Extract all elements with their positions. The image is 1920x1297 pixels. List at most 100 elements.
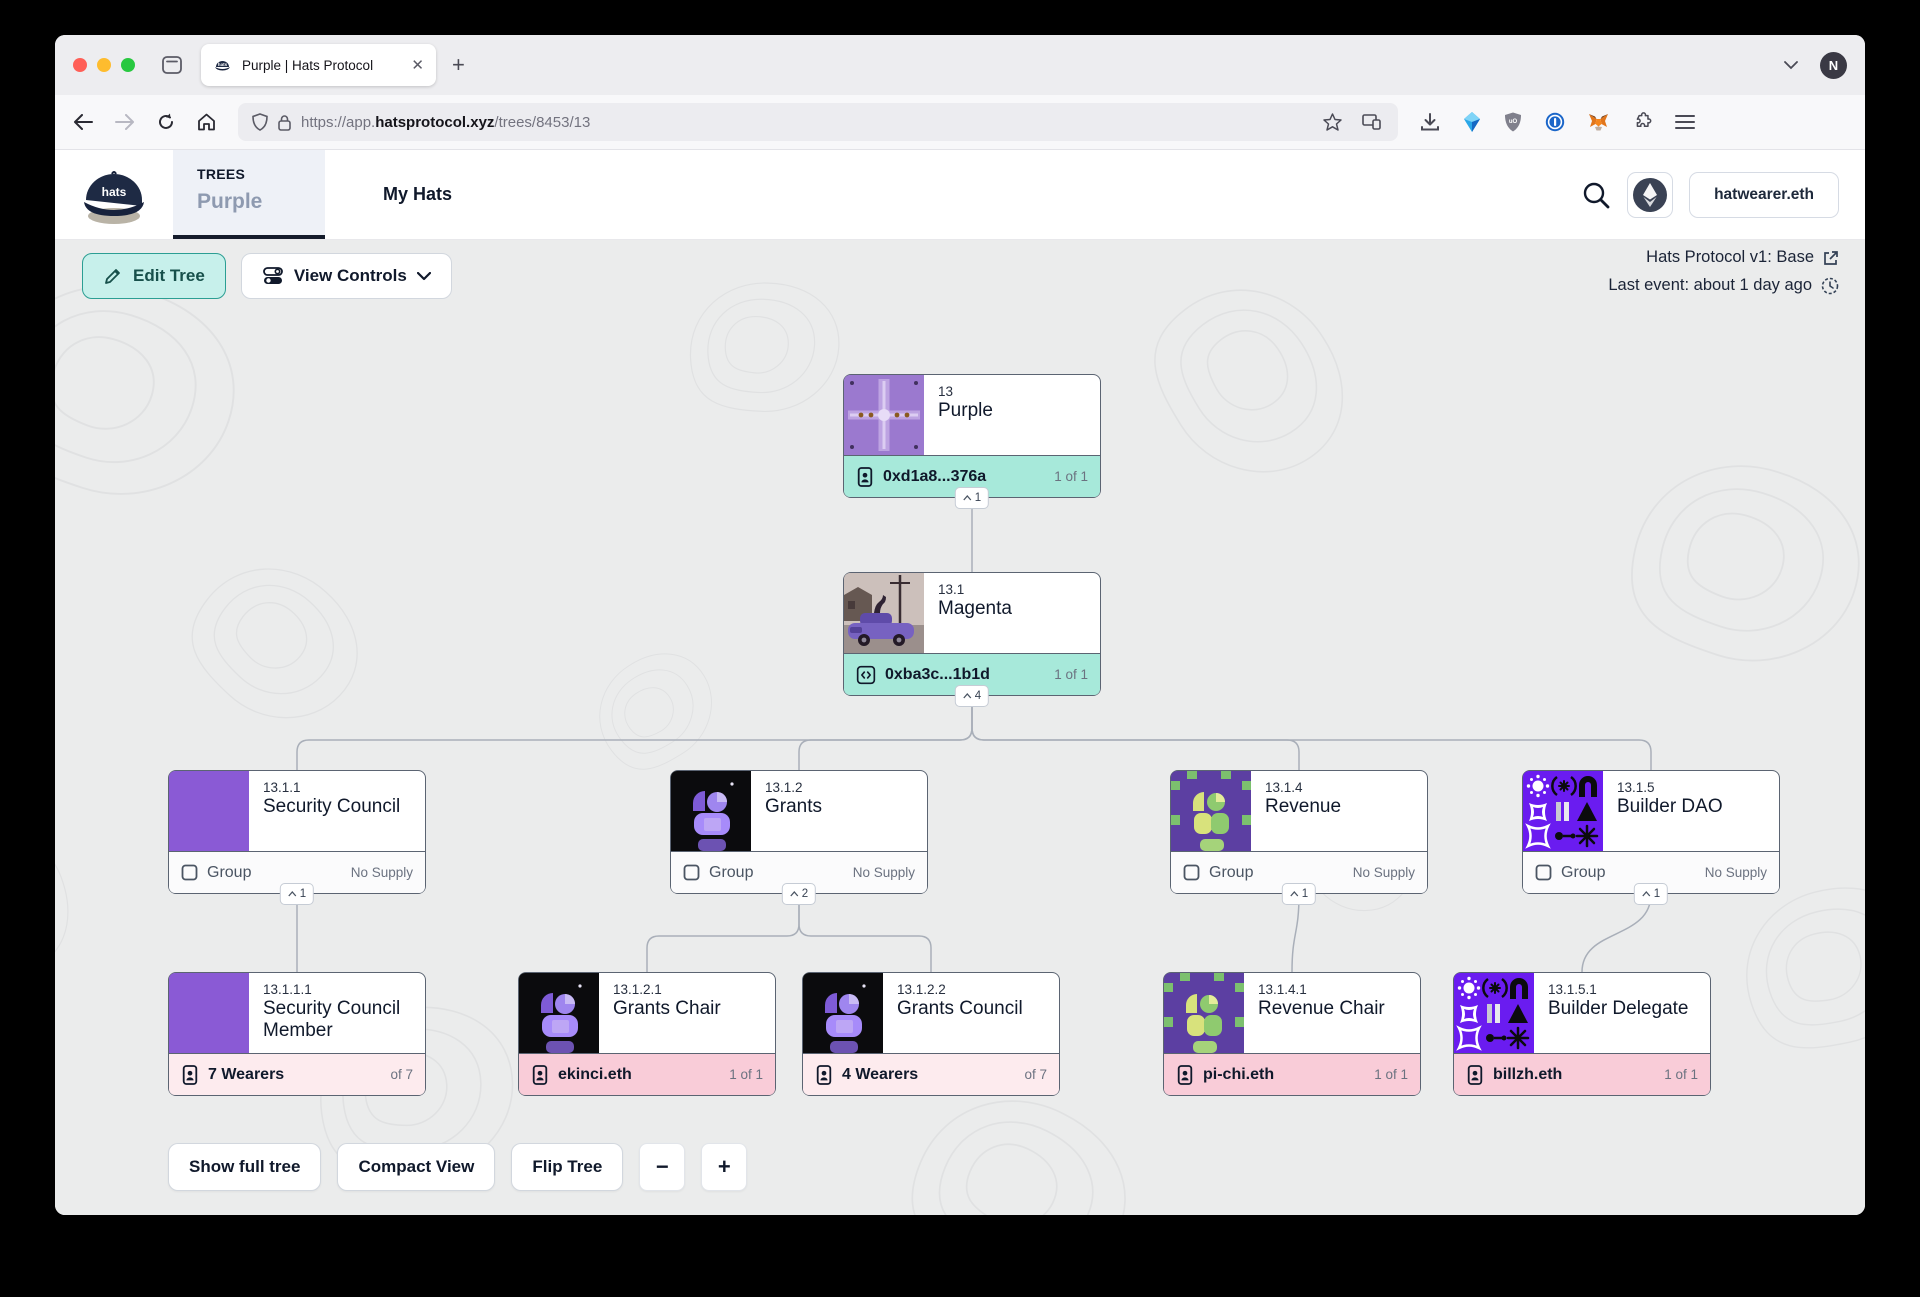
tab-trees[interactable]: TREES Purple (173, 150, 325, 239)
protocol-version-label: Hats Protocol v1: Base (1646, 248, 1814, 267)
hat-node-grants-council[interactable]: 13.1.2.2 Grants Council 4 Wearers of 7 (802, 972, 1060, 1096)
zoom-in-button[interactable]: + (701, 1143, 747, 1191)
last-event[interactable]: Last event: about 1 day ago (1608, 276, 1839, 295)
new-tab-button[interactable]: + (452, 54, 465, 76)
hat-node-magenta[interactable]: 13.1 Magenta 0xba3c...1b1d 1 of 1 4 (843, 572, 1101, 696)
hat-node-builder-delegate[interactable]: 13.1.5.1 Builder Delegate billzh.eth 1 o… (1453, 972, 1711, 1096)
flip-tree-button[interactable]: Flip Tree (511, 1143, 623, 1191)
hat-name: Builder Delegate (1548, 998, 1688, 1020)
hat-node-builder-dao[interactable]: 13.1.5 Builder DAO Group No Supply 1 (1522, 770, 1780, 894)
home-icon[interactable] (197, 113, 216, 131)
tab-close-icon[interactable]: ✕ (411, 56, 424, 74)
hat-name: Purple (938, 400, 993, 422)
wallet-button[interactable]: hatwearer.eth (1689, 172, 1839, 218)
collapse-count: 1 (300, 888, 306, 900)
shield-icon[interactable] (252, 113, 268, 131)
hat-name: Revenue Chair (1258, 998, 1385, 1020)
hat-node-purple[interactable]: 13 Purple 0xd1a8...376a 1 of 1 1 (843, 374, 1101, 498)
hat-node-revenue[interactable]: 13.1.4 Revenue Group No Supply 1 (1170, 770, 1428, 894)
compact-view-button[interactable]: Compact View (337, 1143, 495, 1191)
checkbox-icon (683, 864, 700, 881)
extensions-puzzle-icon[interactable] (1632, 112, 1652, 132)
hat-name: Grants Chair (613, 998, 721, 1020)
lock-icon[interactable] (278, 114, 291, 131)
footer-label: 4 Wearers (842, 1066, 918, 1084)
browser-tab[interactable]: hats Purple | Hats Protocol ✕ (201, 44, 436, 86)
menu-hamburger-icon[interactable] (1675, 114, 1695, 130)
hat-image (1164, 973, 1244, 1053)
footer-label: Group (207, 864, 251, 882)
checkbox-icon (181, 864, 198, 881)
send-to-device-icon[interactable] (1362, 113, 1384, 131)
chevron-up-icon (288, 891, 297, 897)
hat-id: 13.1.4.1 (1258, 982, 1385, 997)
app-header: hats TREES Purple My Hats hatwearer.eth (55, 150, 1865, 240)
url-toolbar: https://app.hatsprotocol.xyz/trees/8453/… (55, 95, 1865, 150)
collapse-toggle[interactable]: 1 (955, 487, 989, 509)
url-text: https://app.hatsprotocol.xyz/trees/8453/… (301, 114, 1313, 131)
protocol-version[interactable]: Hats Protocol v1: Base (1646, 248, 1839, 267)
metamask-icon[interactable] (1588, 113, 1609, 132)
hat-node-grants[interactable]: 13.1.2 Grants Group No Supply 2 (670, 770, 928, 894)
hat-name: Builder DAO (1617, 796, 1723, 818)
hat-id: 13.1.4 (1265, 780, 1341, 795)
collapse-toggle[interactable]: 1 (1282, 883, 1316, 905)
zoom-out-button[interactable]: − (639, 1143, 685, 1191)
close-window-button[interactable] (73, 58, 87, 72)
url-bar[interactable]: https://app.hatsprotocol.xyz/trees/8453/… (238, 103, 1398, 141)
collapse-count: 1 (1302, 888, 1308, 900)
svg-text:hats: hats (218, 61, 228, 66)
hat-id: 13 (938, 384, 993, 399)
search-icon[interactable] (1581, 180, 1611, 210)
bookmark-star-icon[interactable] (1323, 113, 1342, 131)
tree-name: Purple (197, 190, 325, 214)
firefox-view-icon[interactable] (161, 55, 183, 75)
hat-node-security-council-member[interactable]: 13.1.1.1 Security Council Member 7 Weare… (168, 972, 426, 1096)
view-controls-button[interactable]: View Controls (241, 253, 452, 299)
chevron-up-icon (1290, 891, 1299, 897)
collapse-toggle[interactable]: 1 (1634, 883, 1668, 905)
forward-icon[interactable] (115, 114, 135, 130)
reload-icon[interactable] (157, 113, 175, 131)
ublock-shield-icon[interactable]: uO (1504, 112, 1522, 132)
hat-id: 13.1 (938, 582, 1012, 597)
hat-id: 13.1.5.1 (1548, 982, 1688, 997)
tree-canvas[interactable]: Edit Tree View Controls Hats Protocol v1… (55, 240, 1865, 1215)
tab-list-chevron-icon[interactable] (1784, 61, 1798, 70)
footer-right: of 7 (390, 1067, 413, 1082)
collapse-toggle[interactable]: 2 (782, 883, 816, 905)
maximize-window-button[interactable] (121, 58, 135, 72)
minimize-window-button[interactable] (97, 58, 111, 72)
checkbox-icon (1535, 864, 1552, 881)
chevron-up-icon (963, 495, 972, 501)
tab-title: Purple | Hats Protocol (242, 58, 401, 73)
back-icon[interactable] (73, 114, 93, 130)
hat-id: 13.1.1.1 (263, 982, 413, 997)
collapse-toggle[interactable]: 1 (280, 883, 314, 905)
hat-node-grants-chair[interactable]: 13.1.2.1 Grants Chair ekinci.eth 1 of 1 (518, 972, 776, 1096)
hat-node-security-council[interactable]: 13.1.1 Security Council Group No Supply … (168, 770, 426, 894)
hats-logo[interactable]: hats (55, 150, 173, 239)
contract-icon (856, 665, 876, 685)
edit-tree-button[interactable]: Edit Tree (82, 253, 226, 299)
hat-name: Security Council Member (263, 998, 413, 1043)
footer-right: No Supply (853, 865, 915, 880)
trees-label: TREES (197, 166, 325, 182)
profile-avatar[interactable]: N (1820, 52, 1847, 79)
footer-right: 1 of 1 (1054, 667, 1088, 682)
toggles-icon (262, 265, 284, 287)
wearer-id-icon (1176, 1064, 1194, 1086)
footer-right: of 7 (1024, 1067, 1047, 1082)
browser-window: hats Purple | Hats Protocol ✕ + N https:… (55, 35, 1865, 1215)
onepassword-icon[interactable] (1545, 112, 1565, 132)
collapse-toggle[interactable]: 4 (955, 685, 989, 707)
show-full-tree-button[interactable]: Show full tree (168, 1143, 321, 1191)
nav-my-hats[interactable]: My Hats (383, 150, 452, 239)
footer-label: Group (709, 864, 753, 882)
hat-image (169, 973, 249, 1053)
hat-id: 13.1.2.2 (897, 982, 1023, 997)
network-ethereum-button[interactable] (1627, 172, 1673, 218)
downloads-icon[interactable] (1420, 113, 1440, 132)
hat-node-revenue-chair[interactable]: 13.1.4.1 Revenue Chair pi-chi.eth 1 of 1 (1163, 972, 1421, 1096)
extension-gem-icon[interactable] (1463, 112, 1481, 132)
